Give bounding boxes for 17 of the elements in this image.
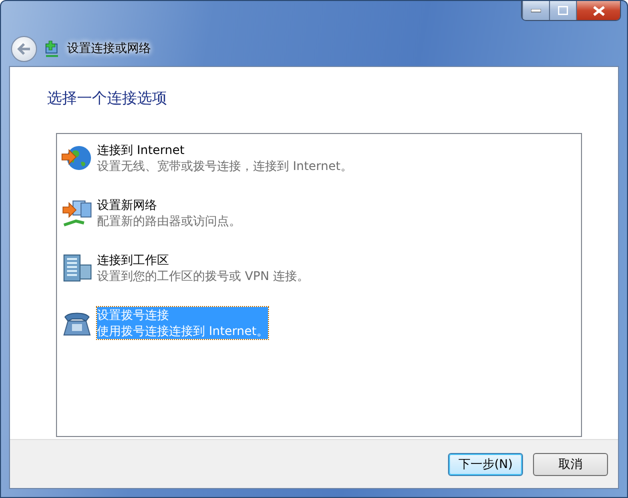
connection-option[interactable]: 连接到 Internet 设置无线、宽带或拨号连接，连接到 Internet。 [97, 142, 352, 174]
back-button[interactable] [11, 36, 37, 62]
cancel-button[interactable]: 取消 [533, 452, 608, 476]
close-icon [592, 6, 604, 16]
back-arrow-icon [17, 42, 31, 54]
next-button[interactable]: 下一步(N) [448, 452, 523, 476]
building-icon [61, 252, 93, 284]
connection-option[interactable]: 连接到工作区 设置到您的工作区的拨号或 VPN 连接。 [97, 252, 310, 284]
minimize-icon [531, 8, 541, 12]
connection-option[interactable]: 设置新网络 配置新的路由器或访问点。 [97, 197, 241, 229]
page-heading: 选择一个连接选项 [47, 89, 168, 108]
window-title: 设置连接或网络 [67, 40, 151, 57]
maximize-button[interactable] [549, 1, 576, 20]
minimize-button[interactable] [522, 1, 549, 20]
close-button[interactable] [576, 1, 620, 20]
maximize-icon [558, 6, 568, 15]
network-setup-icon [43, 40, 61, 58]
